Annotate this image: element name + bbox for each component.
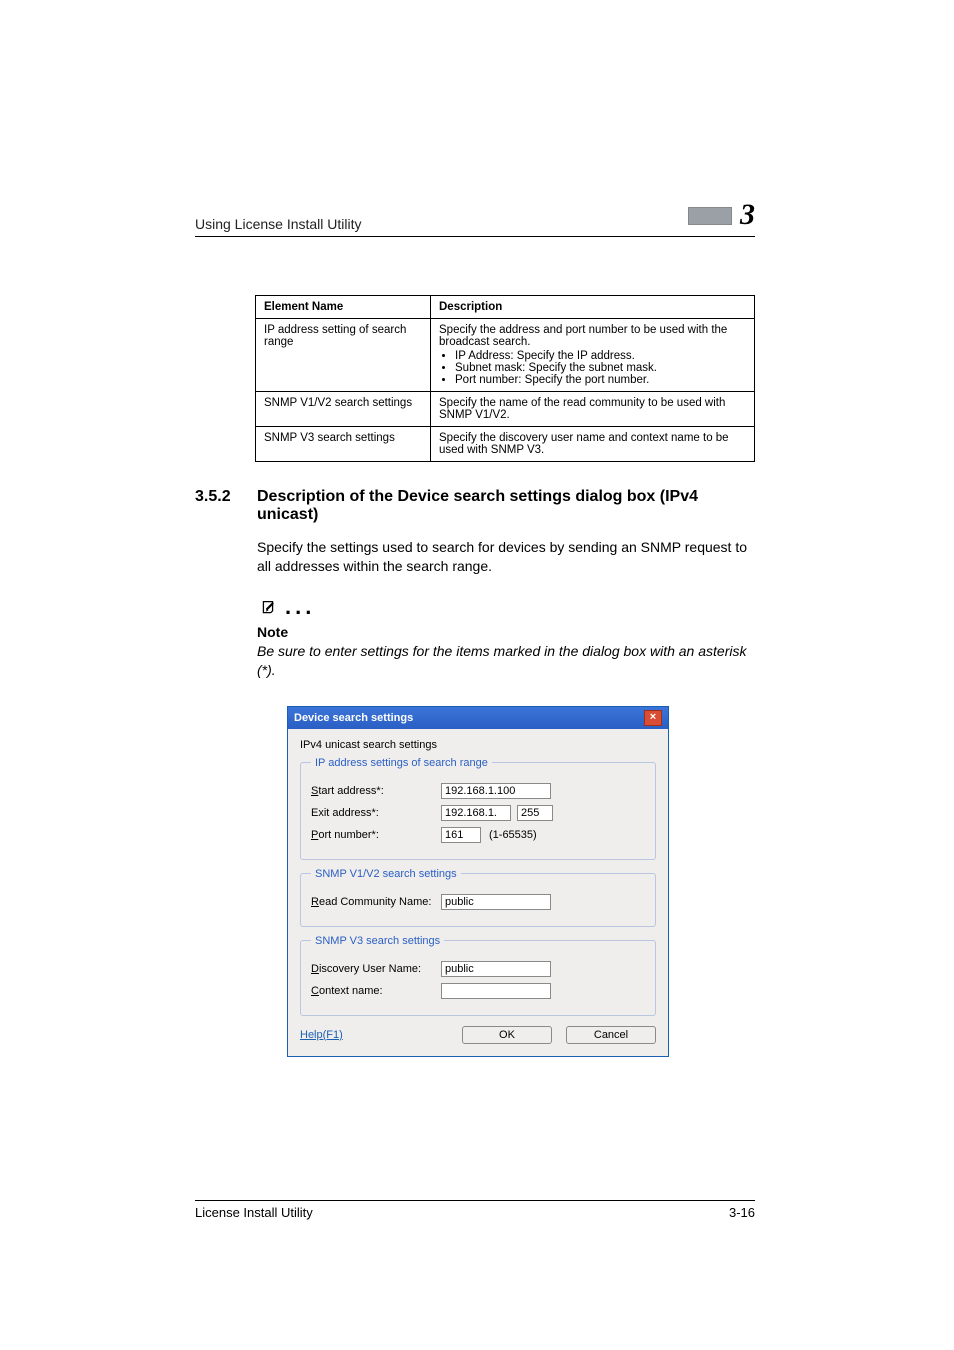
- exit-address-label: Exit address*:: [311, 807, 441, 819]
- table-cell-name: SNMP V1/V2 search settings: [256, 392, 431, 427]
- port-number-input[interactable]: [441, 827, 481, 843]
- read-community-label: Read Community Name:: [311, 896, 441, 908]
- group-snmp-v1v2: SNMP V1/V2 search settings Read Communit…: [300, 868, 656, 927]
- port-number-hint: (1-65535): [489, 829, 537, 841]
- table-header-name: Element Name: [256, 296, 431, 319]
- chapter-number: 3: [740, 200, 755, 232]
- group-snmp-v1v2-legend: SNMP V1/V2 search settings: [311, 868, 461, 880]
- running-title: Using License Install Utility: [195, 216, 362, 232]
- cancel-button[interactable]: Cancel: [566, 1026, 656, 1044]
- start-address-input[interactable]: [441, 783, 551, 799]
- table-cell-desc: Specify the name of the read community t…: [431, 392, 755, 427]
- table-cell-desc: Specify the address and port number to b…: [431, 319, 755, 392]
- note-ellipsis-icon: ...: [285, 596, 315, 620]
- dialog-caption: IPv4 unicast search settings: [300, 739, 656, 751]
- start-address-label: Start address*:: [311, 785, 441, 797]
- discovery-user-label: Discovery User Name:: [311, 963, 441, 975]
- exit-address-last-input[interactable]: [517, 805, 553, 821]
- footer-left: License Install Utility: [195, 1205, 313, 1220]
- table-cell-name: IP address setting of search range: [256, 319, 431, 392]
- note-block: ... Note Be sure to enter settings for t…: [257, 596, 755, 680]
- note-label: Note: [257, 624, 755, 640]
- read-community-input[interactable]: [441, 894, 551, 910]
- table-row: IP address setting of search range Speci…: [256, 319, 755, 392]
- ok-button[interactable]: OK: [462, 1026, 552, 1044]
- group-snmp-v3: SNMP V3 search settings Discovery User N…: [300, 935, 656, 1016]
- table-row: SNMP V3 search settings Specify the disc…: [256, 427, 755, 462]
- group-ip-range: IP address settings of search range Star…: [300, 757, 656, 860]
- dialog-title: Device search settings: [294, 712, 413, 724]
- port-number-label: Port number*:: [311, 829, 441, 841]
- dialog-titlebar[interactable]: Device search settings ×: [288, 707, 668, 729]
- table-cell-desc: Specify the discovery user name and cont…: [431, 427, 755, 462]
- table-header-desc: Description: [431, 296, 755, 319]
- section-paragraph: Specify the settings used to search for …: [257, 538, 755, 576]
- header-decor-bar: [688, 207, 732, 225]
- section-heading: 3.5.2 Description of the Device search s…: [195, 488, 755, 524]
- element-description-table: Element Name Description IP address sett…: [255, 295, 755, 462]
- group-snmp-v3-legend: SNMP V3 search settings: [311, 935, 444, 947]
- section-number: 3.5.2: [195, 488, 239, 524]
- device-search-settings-dialog: Device search settings × IPv4 unicast se…: [287, 706, 669, 1057]
- context-name-input[interactable]: [441, 983, 551, 999]
- exit-address-prefix-input[interactable]: [441, 805, 511, 821]
- context-name-label: Context name:: [311, 985, 441, 997]
- note-text: Be sure to enter settings for the items …: [257, 642, 755, 680]
- table-row: SNMP V1/V2 search settings Specify the n…: [256, 392, 755, 427]
- close-icon[interactable]: ×: [644, 710, 662, 726]
- group-ip-range-legend: IP address settings of search range: [311, 757, 492, 769]
- discovery-user-input[interactable]: [441, 961, 551, 977]
- table-cell-name: SNMP V3 search settings: [256, 427, 431, 462]
- help-link[interactable]: Help(F1): [300, 1029, 343, 1041]
- note-icon: [257, 598, 279, 620]
- running-header: Using License Install Utility 3: [195, 200, 755, 237]
- page-footer: License Install Utility 3-16: [195, 1200, 755, 1220]
- section-title: Description of the Device search setting…: [257, 488, 755, 524]
- footer-right: 3-16: [729, 1205, 755, 1220]
